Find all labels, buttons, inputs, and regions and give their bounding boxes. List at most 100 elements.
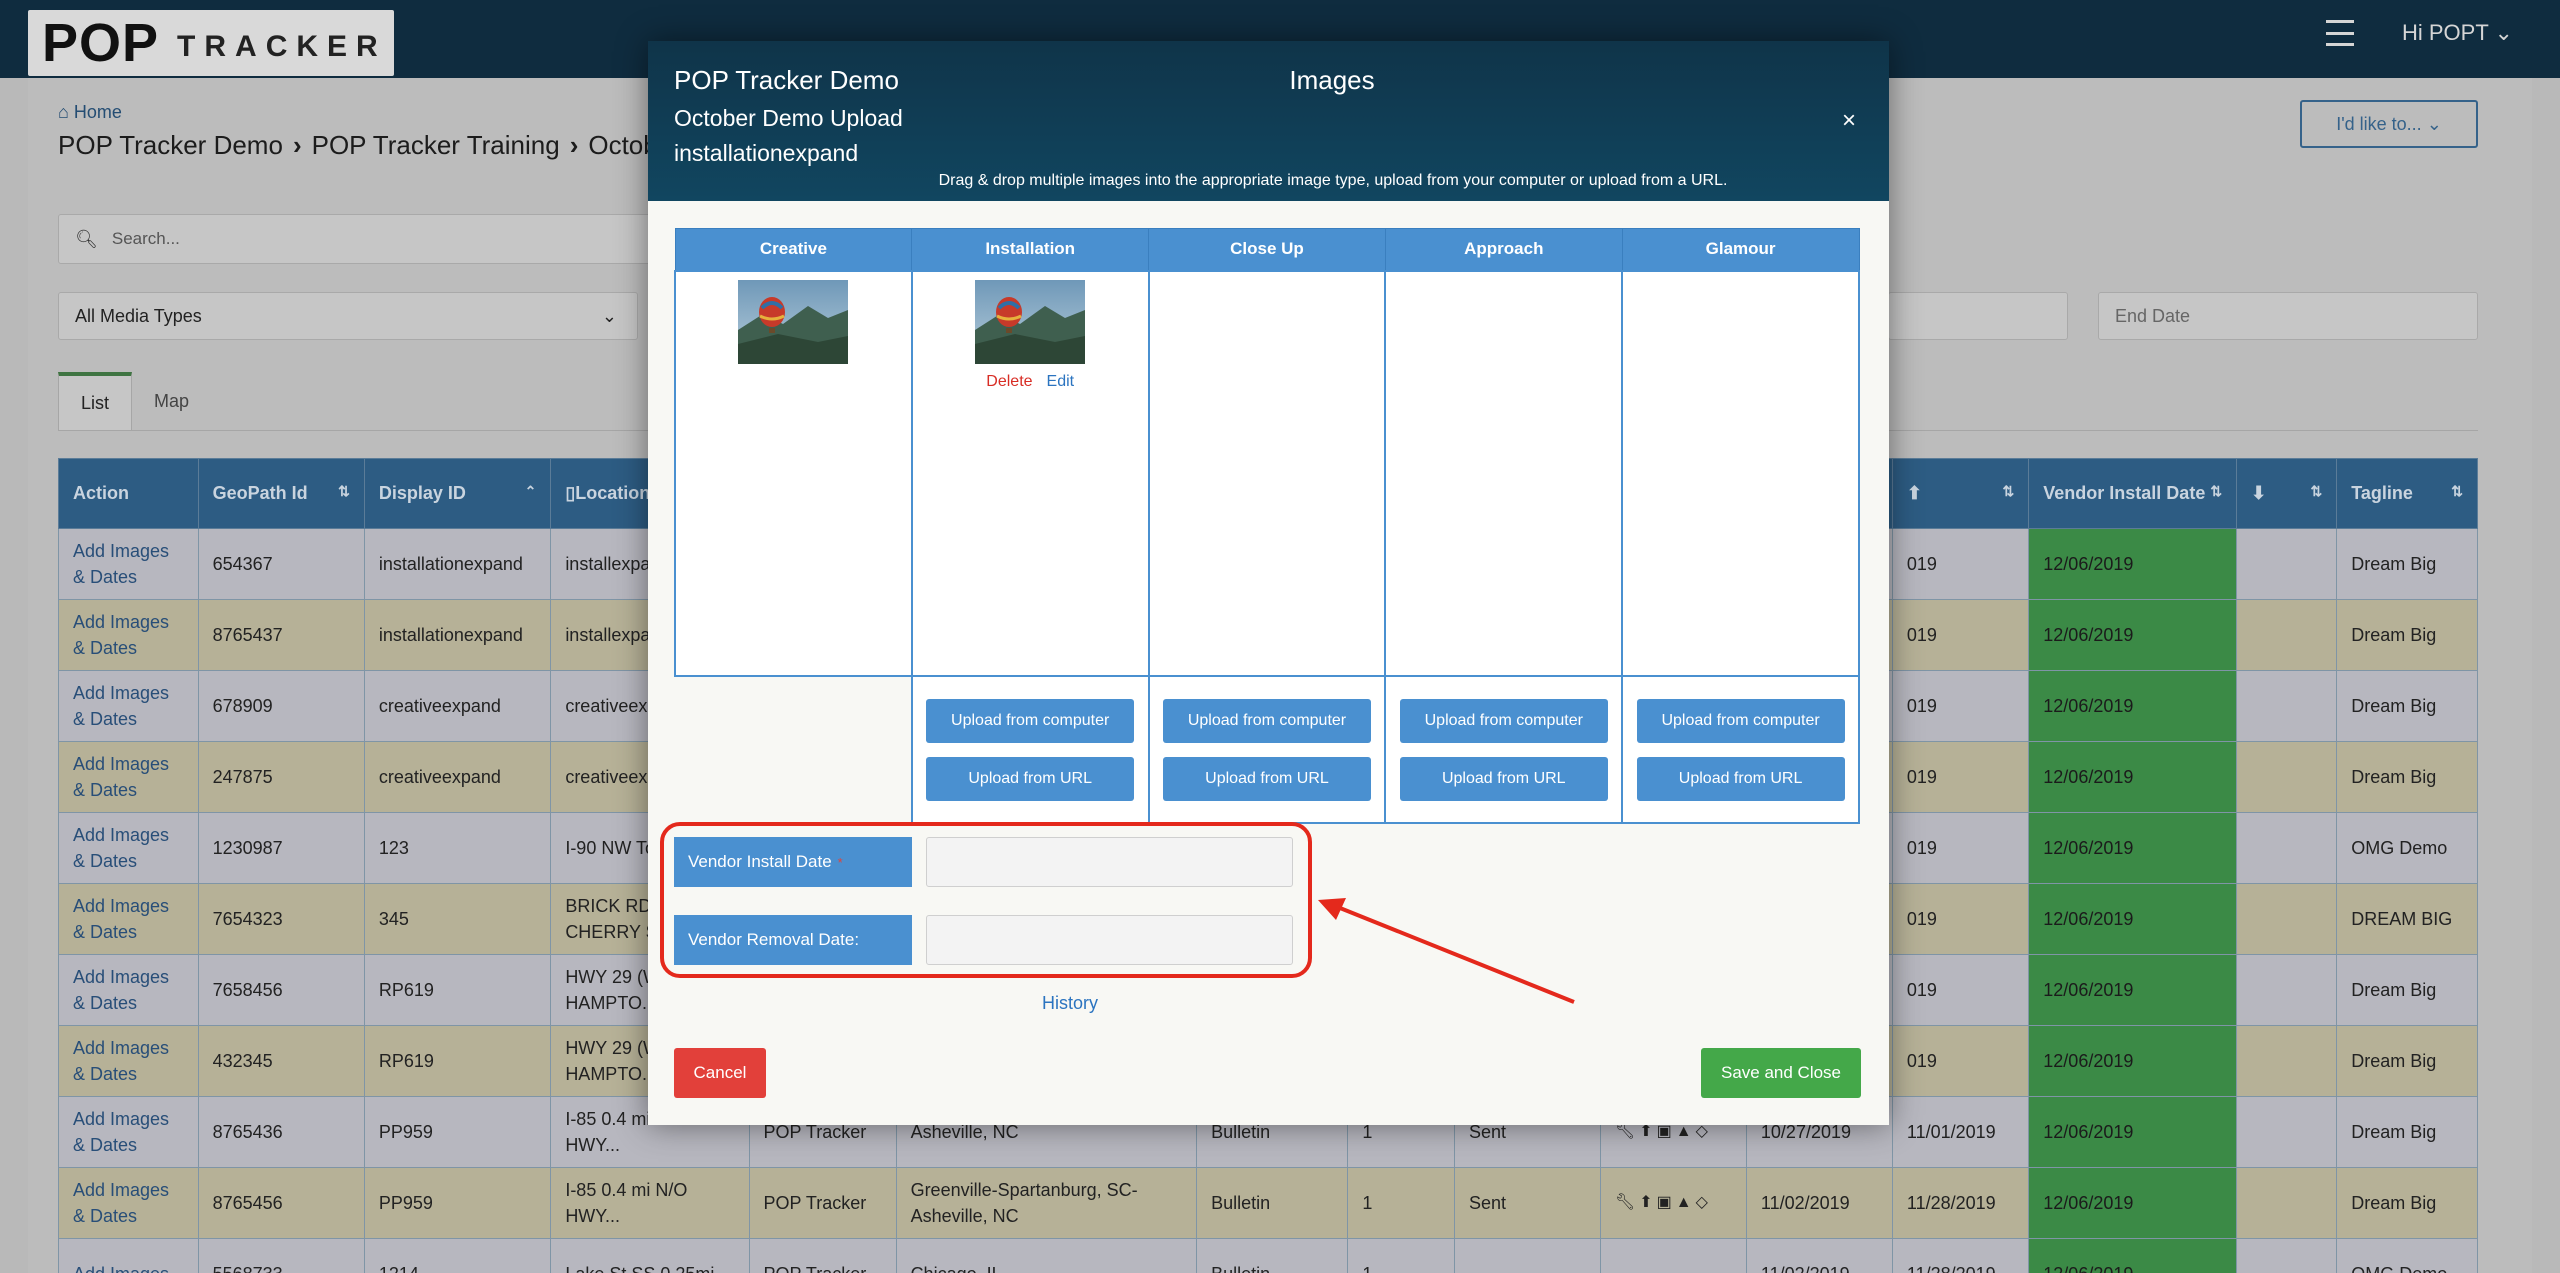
logo-tracker-text: TRACKER <box>177 30 387 63</box>
close-icon[interactable]: × <box>1842 107 1856 135</box>
cell-geopath: 654367 <box>197 528 365 600</box>
upload-from-computer-button[interactable]: Upload from computer <box>1636 698 1845 743</box>
cell-tagline: Dream Big <box>2336 1096 2478 1168</box>
save-and-close-button[interactable]: Save and Close <box>1701 1048 1861 1098</box>
home-link[interactable]: ⌂ Home <box>58 102 122 123</box>
upload-from-computer-button[interactable]: Upload from computer <box>1162 698 1371 743</box>
upload-from-computer-button[interactable]: Upload from computer <box>926 698 1135 743</box>
col-header-upload[interactable]: ⬆ ⇅ <box>1891 458 2030 529</box>
upload-from-url-button[interactable]: Upload from URL <box>1399 756 1608 801</box>
cell-status-text: Sent <box>1468 1192 1506 1213</box>
end-date-input[interactable]: End Date <box>2098 292 2478 340</box>
id-like-to-dropdown[interactable]: I'd like to... ⌄ <box>2300 100 2478 148</box>
add-images-link[interactable]: Add Images & Dates <box>58 1167 199 1239</box>
cell-geopath-text: 432345 <box>212 1050 273 1071</box>
breadcrumb-item[interactable]: POP Tracker Demo <box>58 130 283 160</box>
delete-image-link[interactable]: Delete <box>986 373 1032 390</box>
sort-icon[interactable]: ⇅ <box>2451 483 2463 500</box>
cell-geopath: 432345 <box>197 1025 365 1097</box>
app-logo[interactable]: POP TRACKER <box>28 10 394 76</box>
add-images-link-text[interactable]: Add Images <box>73 1264 169 1273</box>
add-images-link-text[interactable]: Add Images & Dates <box>73 1180 169 1226</box>
add-images-link-text[interactable]: Add Images & Dates <box>73 967 169 1013</box>
tab-list[interactable]: List <box>58 372 133 430</box>
cell-tagline-text: Dream Big <box>2351 1050 2437 1071</box>
balloon-thumbnail[interactable] <box>975 279 1086 364</box>
sort-asc-icon[interactable]: ⌃ <box>525 483 537 500</box>
add-images-link-text[interactable]: Add Images & Dates <box>73 612 169 658</box>
sort-icon[interactable]: ⇅ <box>2003 483 2015 500</box>
cell-location: I-85 0.4 mi N/O HWY... <box>550 1167 750 1239</box>
dropzone-glamour[interactable] <box>1621 269 1860 678</box>
col-header-display-id[interactable]: Display ID ⌃ <box>363 458 552 529</box>
dropzone-approach[interactable] <box>1384 269 1624 678</box>
dropzone-creative[interactable] <box>674 269 913 678</box>
col-header-download[interactable]: ⬇ ⇅ <box>2236 458 2338 529</box>
add-images-link[interactable]: Add Images <box>58 1238 199 1273</box>
add-images-link-text[interactable]: Add Images & Dates <box>73 541 169 587</box>
thumbnail-actions: Delete Edit <box>913 373 1148 391</box>
upload-from-url-button[interactable]: Upload from URL <box>1636 756 1845 801</box>
col-header-location-label: Location <box>575 483 651 503</box>
start-date-input[interactable] <box>1888 292 2068 340</box>
add-images-link[interactable]: Add Images & Dates <box>58 883 199 955</box>
sort-icon[interactable]: ⇅ <box>2210 483 2222 500</box>
cell-geopath: 5568733 <box>197 1238 365 1273</box>
cell-upload-date: 12/06/2019 <box>2028 528 2238 600</box>
add-images-link[interactable]: Add Images & Dates <box>58 954 199 1026</box>
col-header-geopath[interactable]: GeoPath Id ⇅ <box>197 458 365 529</box>
hamburger-menu-icon[interactable] <box>2326 20 2354 46</box>
search-icon: 🔍︎ <box>75 228 98 249</box>
history-link[interactable]: History <box>1042 993 1098 1014</box>
balloon-thumbnail[interactable] <box>738 279 849 364</box>
media-type-select[interactable]: All Media Types ⌄ <box>58 292 638 340</box>
add-images-link[interactable]: Add Images & Dates <box>58 670 199 742</box>
cell-end-date: 019 <box>1891 1025 2030 1097</box>
cell-upload-date-text: 12/06/2019 <box>2043 837 2134 858</box>
cell-tagline-text: OMG Demo <box>2351 837 2448 858</box>
row-action-icons[interactable]: 🔧︎⬆▣▲◇ <box>1615 1194 1712 1211</box>
cell-upload-date: 12/06/2019 <box>2028 1238 2238 1273</box>
col-header-vendor-install[interactable]: Vendor Install Date ⇅ <box>2028 458 2238 529</box>
add-images-link[interactable]: Add Images & Dates <box>58 1025 199 1097</box>
search-input[interactable]: 🔍︎ Search... <box>58 214 658 264</box>
chevron-right-icon: › <box>292 130 302 160</box>
sort-icon[interactable]: ⇅ <box>338 483 350 500</box>
col-header-tagline[interactable]: Tagline ⇅ <box>2336 458 2478 529</box>
col-header-tagline-label: Tagline <box>2351 483 2413 503</box>
home-link-label: Home <box>73 102 122 122</box>
add-images-link[interactable]: Add Images & Dates <box>58 599 199 671</box>
dropzone-installation[interactable]: Delete Edit <box>910 269 1150 678</box>
add-images-link-text[interactable]: Add Images & Dates <box>73 754 169 800</box>
add-images-link[interactable]: Add Images & Dates <box>58 528 199 600</box>
cell-display-id-text: 123 <box>378 837 409 858</box>
add-images-link-text[interactable]: Add Images & Dates <box>73 825 169 871</box>
cell-status <box>1453 1238 1601 1273</box>
cell-tagline: Dream Big <box>2336 1167 2478 1239</box>
upload-from-url-button[interactable]: Upload from URL <box>1162 756 1371 801</box>
tab-map[interactable]: Map <box>132 372 211 430</box>
cancel-button[interactable]: Cancel <box>674 1048 766 1098</box>
cell-end-date: 11/01/2019 <box>1891 1096 2030 1168</box>
add-images-link-text[interactable]: Add Images & Dates <box>73 1038 169 1084</box>
upload-from-url-button[interactable]: Upload from URL <box>926 756 1135 801</box>
add-images-link-text[interactable]: Add Images & Dates <box>73 896 169 942</box>
dropzone-close-up[interactable] <box>1147 269 1387 678</box>
table-row: Add Images & Dates 8765456 PP959 I-85 0.4 m… <box>58 1167 2478 1239</box>
breadcrumb-item[interactable]: POP Tracker Training <box>312 130 560 160</box>
sort-icon[interactable]: ⇅ <box>2311 483 2323 500</box>
cell-end-date: 11/28/2019 <box>1891 1167 2030 1239</box>
upload-from-computer-button[interactable]: Upload from computer <box>1399 698 1608 743</box>
add-images-link[interactable]: Add Images & Dates <box>58 812 199 884</box>
user-menu[interactable]: Hi POPT ⌄ <box>2402 20 2513 46</box>
edit-image-link[interactable]: Edit <box>1047 373 1075 390</box>
add-images-link-text[interactable]: Add Images & Dates <box>73 683 169 729</box>
cell-vendor-install <box>2236 1096 2338 1168</box>
cell-vendor-install <box>2236 954 2338 1026</box>
add-images-link[interactable]: Add Images & Dates <box>58 1096 199 1168</box>
cell-qty-text: 1 <box>1362 1264 1372 1273</box>
modal-display-name: installationexpand <box>674 140 859 166</box>
add-images-link-text[interactable]: Add Images & Dates <box>73 1109 169 1155</box>
add-images-link[interactable]: Add Images & Dates <box>58 741 199 813</box>
row-action-icons[interactable]: 🔧︎⬆▣▲◇ <box>1615 1123 1712 1140</box>
